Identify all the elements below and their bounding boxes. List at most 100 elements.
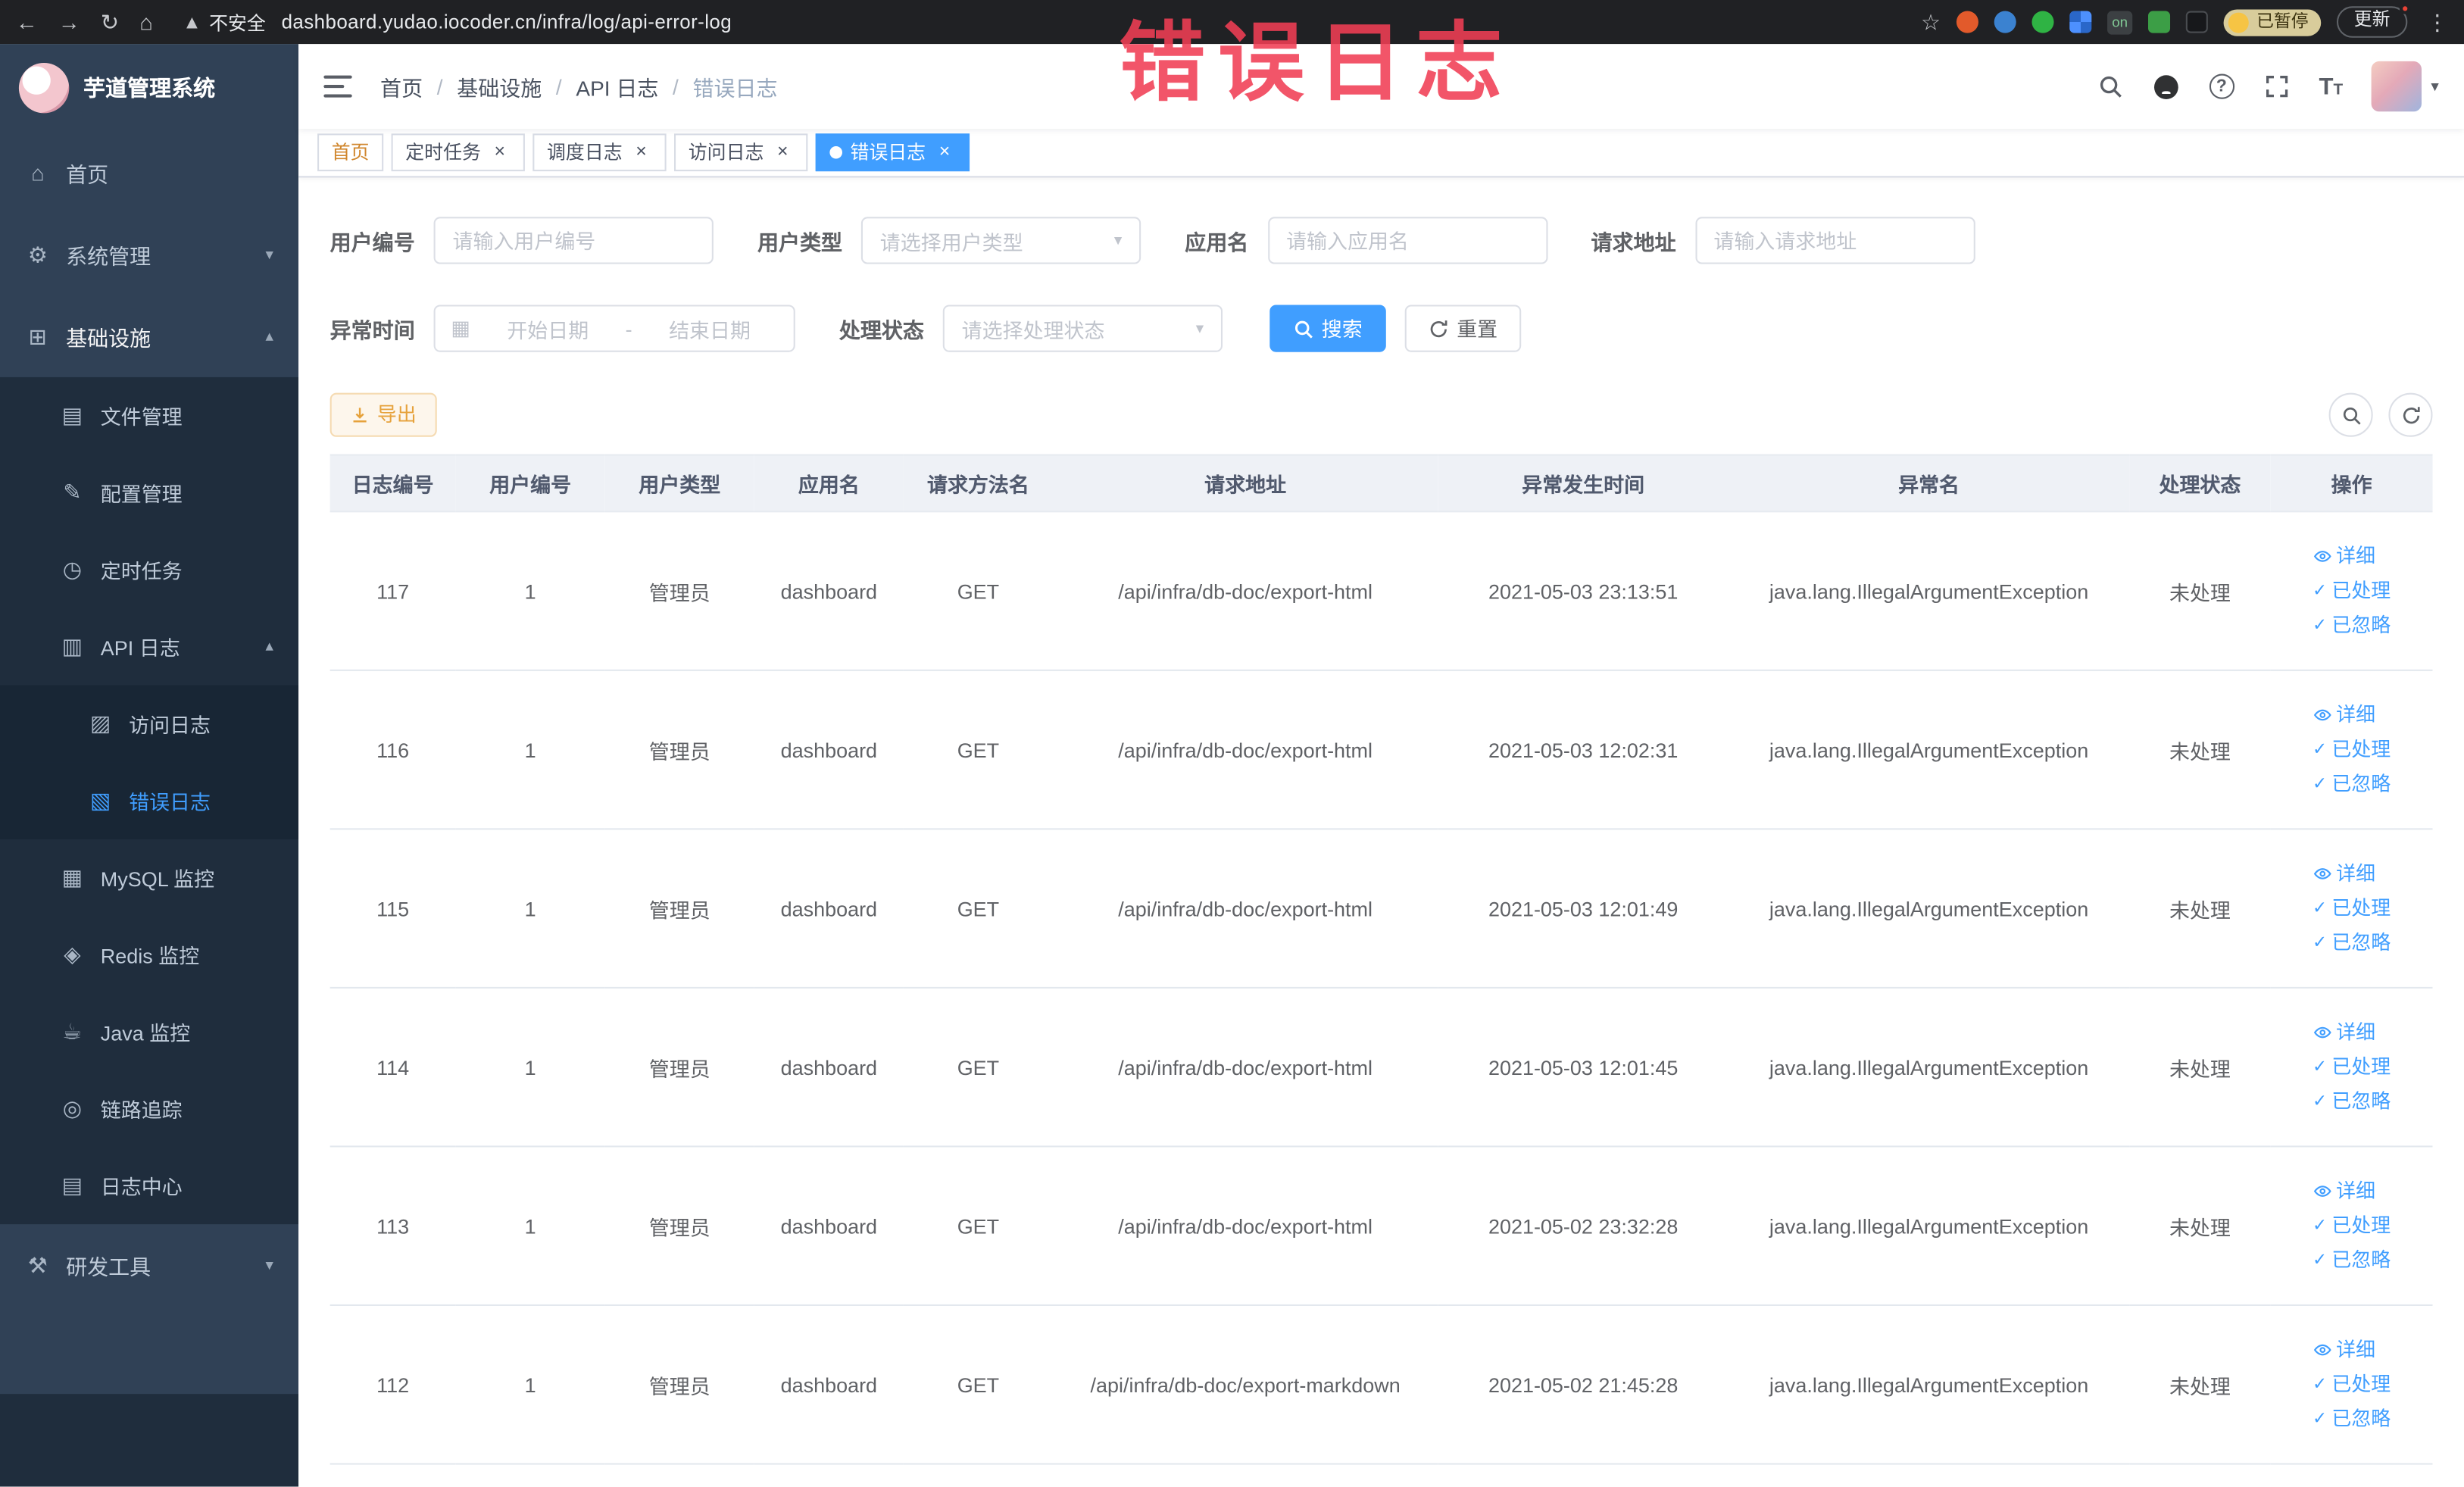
- back-icon[interactable]: ←: [16, 11, 38, 33]
- mark-processed-link[interactable]: ✓ 已处理: [2313, 735, 2391, 764]
- user-avatar-menu[interactable]: ▾: [2371, 61, 2439, 112]
- extension-icon-green2[interactable]: [2148, 11, 2171, 33]
- cell-log-id: 117: [329, 511, 456, 671]
- app-name-input[interactable]: [1267, 217, 1547, 264]
- column-user-id: 用户编号: [455, 454, 605, 513]
- forward-icon[interactable]: →: [58, 11, 80, 33]
- extension-on-badge[interactable]: on: [2107, 10, 2133, 34]
- detail-link[interactable]: 详细: [2313, 1335, 2375, 1364]
- detail-link[interactable]: 详细: [2313, 1017, 2375, 1047]
- sidebar-item-trace[interactable]: ◎ 链路追踪: [0, 1070, 298, 1148]
- fullscreen-icon[interactable]: [2263, 72, 2291, 100]
- detail-link[interactable]: 详细: [2313, 700, 2375, 729]
- detail-link[interactable]: 详细: [2313, 542, 2375, 571]
- close-icon[interactable]: ×: [489, 141, 511, 164]
- sidebar-item-file-management[interactable]: ▤ 文件管理: [0, 377, 298, 455]
- user-type-select[interactable]: 请选择用户类型 ▾: [860, 217, 1141, 264]
- user-id-input[interactable]: [433, 217, 714, 264]
- trace-icon: ◎: [62, 1095, 83, 1121]
- sidebar-item-log-center[interactable]: ▤ 日志中心: [0, 1147, 298, 1224]
- browser-menu-icon[interactable]: ⋮: [2426, 8, 2448, 35]
- reload-icon[interactable]: ↻: [101, 11, 119, 33]
- mark-ignored-link[interactable]: ✓ 已忽略: [2313, 611, 2391, 640]
- mark-ignored-link[interactable]: ✓ 已忽略: [2313, 1404, 2391, 1434]
- address-bar[interactable]: dashboard.yudao.iocoder.cn/infra/log/api…: [282, 11, 732, 33]
- extension-icon-grid[interactable]: [2069, 11, 2092, 33]
- tab-access-log[interactable]: 访问日志 ×: [674, 133, 808, 172]
- app-logo-area[interactable]: 芋道管理系统: [0, 44, 298, 132]
- github-icon[interactable]: [2153, 72, 2181, 100]
- detail-link[interactable]: 详细: [2313, 1176, 2375, 1206]
- check-icon: ✓: [2313, 1057, 2328, 1076]
- mark-ignored-link[interactable]: ✓ 已忽略: [2313, 770, 2391, 799]
- sidebar-item-access-log[interactable]: ▨ 访问日志: [0, 685, 299, 763]
- bookmark-star-icon[interactable]: ☆: [1921, 8, 1941, 35]
- tab-dispatch-log[interactable]: 调度日志 ×: [532, 133, 667, 172]
- end-date-placeholder: 结束日期: [669, 318, 751, 342]
- sidebar-item-mysql-monitor[interactable]: ▦ MySQL 监控: [0, 839, 298, 917]
- filter-exception-time: 异常时间 ▦ 开始日期 - 结束日期: [330, 305, 795, 352]
- extension-icon-plug[interactable]: [2185, 11, 2208, 33]
- sidebar-item-redis-monitor[interactable]: ◈ Redis 监控: [0, 917, 298, 994]
- mark-processed-link[interactable]: ✓ 已处理: [2313, 893, 2391, 923]
- search-icon[interactable]: [2096, 72, 2124, 100]
- chevron-down-icon: ▾: [265, 1256, 273, 1274]
- mark-ignored-link[interactable]: ✓ 已忽略: [2313, 1087, 2391, 1117]
- cell-status: 未处理: [2129, 1304, 2271, 1465]
- browser-update-button[interactable]: 更新: [2336, 3, 2411, 38]
- browser-home-icon[interactable]: ⌂: [139, 11, 153, 33]
- mark-processed-link[interactable]: ✓ 已处理: [2313, 1370, 2391, 1399]
- breadcrumb-infra[interactable]: 基础设施: [457, 70, 542, 102]
- sidebar-item-scheduled-jobs[interactable]: ◷ 定时任务: [0, 531, 298, 608]
- close-icon[interactable]: ×: [933, 141, 955, 164]
- hamburger-icon[interactable]: [323, 75, 352, 98]
- toggle-search-button[interactable]: [2328, 392, 2373, 437]
- breadcrumb-home[interactable]: 首页: [380, 70, 423, 102]
- tab-scheduled-jobs[interactable]: 定时任务 ×: [391, 133, 525, 172]
- font-size-icon[interactable]: TT: [2319, 75, 2343, 98]
- tab-label: 错误日志: [850, 141, 926, 164]
- table-row: 112 1 管理员 dashboard GET /api/infra/db-do…: [329, 1304, 2433, 1465]
- mark-ignored-link[interactable]: ✓ 已忽略: [2313, 1245, 2391, 1275]
- sidebar-item-config-management[interactable]: ✎ 配置管理: [0, 455, 298, 532]
- processed-label: 已处理: [2331, 738, 2391, 761]
- sidebar-item-java-monitor[interactable]: ☕ Java 监控: [0, 993, 298, 1070]
- reset-button[interactable]: 重置: [1404, 305, 1522, 352]
- cell-log-id: 116: [329, 670, 456, 830]
- refresh-button[interactable]: [2388, 392, 2433, 437]
- tab-error-log[interactable]: 错误日志 ×: [815, 133, 970, 172]
- paused-extension-pill[interactable]: 已暂停: [2223, 8, 2322, 36]
- sidebar-item-error-log[interactable]: ▧ 错误日志: [0, 762, 299, 839]
- sidebar-item-home[interactable]: ⌂ 首页: [0, 132, 298, 214]
- exception-time-range-picker[interactable]: ▦ 开始日期 - 结束日期: [433, 305, 795, 352]
- extension-icon-blue[interactable]: [1994, 11, 2016, 33]
- search-button[interactable]: 搜索: [1269, 305, 1386, 352]
- detail-link[interactable]: 详细: [2313, 859, 2375, 889]
- home-icon: ⌂: [31, 160, 45, 186]
- check-icon: ✓: [2313, 1250, 2328, 1270]
- extension-icon-red[interactable]: [1956, 11, 1978, 33]
- tab-home[interactable]: 首页: [317, 133, 384, 172]
- request-url-input[interactable]: [1694, 217, 1975, 264]
- cell-user-id: 1: [455, 670, 605, 830]
- export-button[interactable]: 导出: [329, 392, 437, 437]
- check-icon: ✓: [2313, 1374, 2328, 1394]
- breadcrumb-api-log[interactable]: API 日志: [576, 70, 658, 102]
- mark-processed-link[interactable]: ✓ 已处理: [2313, 1211, 2391, 1240]
- help-icon[interactable]: ?: [2209, 73, 2234, 99]
- close-icon[interactable]: ×: [772, 141, 794, 164]
- sidebar-item-infrastructure[interactable]: ⊞ 基础设施 ▴: [0, 295, 298, 377]
- table-row: 116 1 管理员 dashboard GET /api/infra/db-do…: [329, 670, 2433, 830]
- close-icon[interactable]: ×: [630, 141, 652, 164]
- process-status-select[interactable]: 请选择处理状态 ▾: [942, 305, 1223, 352]
- site-security[interactable]: ▲ 不安全: [183, 8, 266, 35]
- mark-processed-link[interactable]: ✓ 已处理: [2313, 1052, 2391, 1082]
- mark-processed-link[interactable]: ✓ 已处理: [2313, 576, 2391, 605]
- extension-icon-green[interactable]: [2031, 11, 2054, 33]
- sidebar-item-dev-tools[interactable]: ⚒ 研发工具 ▾: [0, 1224, 298, 1306]
- cell-log-id: 113: [329, 1146, 456, 1307]
- sidebar-item-system-management[interactable]: ⚙ 系统管理 ▾: [0, 214, 298, 295]
- cell-exception-name: java.lang.IllegalArgumentException: [1729, 987, 2130, 1148]
- sidebar-item-api-log[interactable]: ▥ API 日志 ▴: [0, 608, 298, 686]
- mark-ignored-link[interactable]: ✓ 已忽略: [2313, 928, 2391, 957]
